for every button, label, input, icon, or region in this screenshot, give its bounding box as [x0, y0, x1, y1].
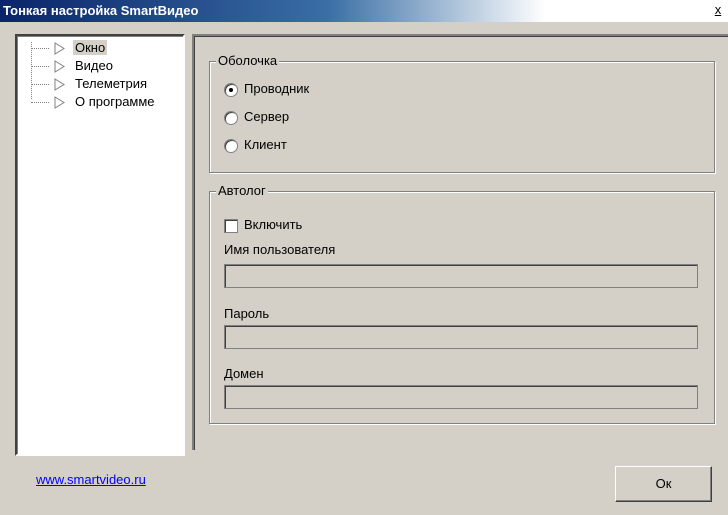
triangle-icon [54, 42, 65, 55]
triangle-icon [54, 60, 65, 73]
domain-field[interactable] [224, 385, 698, 409]
settings-panel: Оболочка Проводник Сервер Клиент Автолог… [192, 34, 728, 450]
password-field[interactable] [224, 325, 698, 349]
shell-group: Оболочка Проводник Сервер Клиент [209, 53, 715, 173]
settings-tree: Окно Видео Телеметрия О программе [15, 34, 185, 456]
radio-label: Сервер [244, 109, 290, 124]
tree-item-telemetry[interactable]: Телеметрия [17, 75, 183, 93]
tree-item-label: Телеметрия [75, 76, 148, 91]
radio-button[interactable] [224, 139, 238, 153]
domain-label: Домен [224, 366, 264, 381]
username-field[interactable] [224, 264, 698, 288]
tree-connector [31, 66, 49, 67]
ok-button[interactable]: Ок [615, 466, 712, 502]
triangle-icon [54, 96, 65, 109]
checkbox-label: Включить [244, 217, 303, 232]
group-title: Автолог [216, 183, 268, 198]
radio-button[interactable] [224, 111, 238, 125]
tree-item-label: Окно [73, 40, 108, 55]
radio-button[interactable] [224, 83, 238, 97]
tree-item-about[interactable]: О программе [17, 93, 183, 111]
tree-item-window[interactable]: Окно [17, 39, 183, 57]
group-title: Оболочка [216, 53, 280, 68]
password-label: Пароль [224, 306, 270, 321]
tree-item-label: Видео [75, 58, 113, 73]
radio-label: Проводник [244, 81, 310, 96]
radio-dot [229, 88, 233, 92]
username-label: Имя пользователя [224, 242, 336, 257]
window-title: Тонкая настройка SmartВидео [3, 3, 199, 18]
tree-connector [31, 102, 49, 103]
tree-item-video[interactable]: Видео [17, 57, 183, 75]
enable-checkbox[interactable] [224, 219, 238, 233]
tree-connector [31, 84, 49, 85]
radio-label: Клиент [244, 137, 287, 152]
autolog-group: Автолог Включить Имя пользователя Пароль… [209, 183, 715, 424]
triangle-icon [54, 78, 65, 91]
tree-item-label: О программе [75, 94, 155, 109]
tree-connector [31, 48, 49, 49]
close-button[interactable]: x [710, 2, 726, 18]
website-link[interactable]: www.smartvideo.ru [36, 472, 146, 487]
title-bar: Тонкая настройка SmartВидео x [0, 0, 728, 22]
